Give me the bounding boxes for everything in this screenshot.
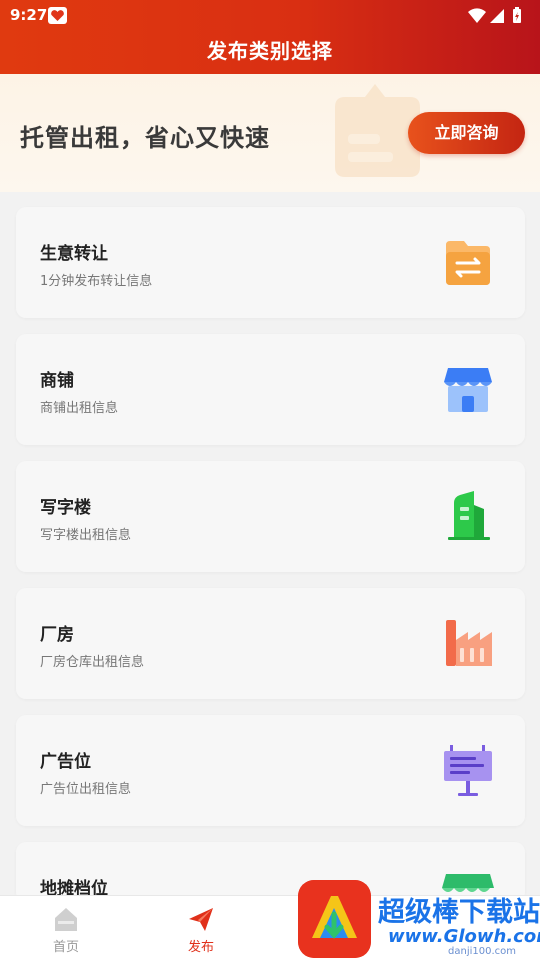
card-subtitle: 写字楼出租信息	[40, 528, 132, 543]
category-card-office[interactable]: 写字楼 写字楼出租信息	[16, 461, 525, 572]
page-title: 发布类别选择	[207, 39, 333, 63]
card-title: 生意转让	[40, 244, 108, 264]
card-title: 商铺	[40, 371, 74, 391]
status-time: 9:27	[10, 6, 48, 24]
office-building-icon	[448, 491, 490, 540]
category-card-billboard[interactable]: 广告位 广告位出租信息	[16, 715, 525, 826]
consult-button[interactable]: 立即咨询	[408, 112, 525, 154]
home-icon	[55, 908, 77, 931]
tab-publish[interactable]: 发布	[166, 896, 236, 960]
status-icons	[466, 6, 528, 24]
card-subtitle: 广告位出租信息	[40, 782, 132, 797]
watermark-title: 超级棒下载站	[378, 897, 540, 928]
storefront-icon	[444, 368, 492, 412]
battery-icon	[513, 7, 521, 23]
signal-icon	[490, 9, 504, 23]
tab-label: 发布	[187, 940, 214, 955]
app-header: 9:27 发布类别选择	[0, 0, 540, 74]
watermark: 超级棒下载站 www.Glowh.com danji100.com	[298, 880, 540, 960]
card-title: 厂房	[40, 625, 74, 645]
status-bar: 9:27	[0, 0, 540, 30]
category-card-business-transfer[interactable]: 生意转让 1分钟发布转让信息	[16, 207, 525, 318]
banner-slogan: 托管出租，省心又快速	[20, 124, 270, 152]
wifi-icon	[468, 8, 486, 23]
card-subtitle: 厂房仓库出租信息	[40, 655, 145, 670]
card-subtitle: 1分钟发布转让信息	[40, 274, 153, 289]
factory-icon	[446, 620, 492, 666]
tab-label: 首页	[52, 940, 79, 955]
notification-app-icon	[48, 7, 67, 24]
watermark-small-url: danji100.com	[448, 946, 516, 957]
watermark-logo-icon	[298, 880, 371, 958]
card-subtitle: 商铺出租信息	[40, 401, 119, 416]
tab-home[interactable]: 首页	[31, 896, 101, 960]
billboard-icon	[444, 745, 492, 796]
paper-plane-icon	[189, 908, 213, 931]
transfer-folder-icon	[446, 241, 490, 285]
card-title: 广告位	[40, 752, 91, 772]
card-title: 写字楼	[40, 498, 91, 518]
category-card-shop[interactable]: 商铺 商铺出租信息	[16, 334, 525, 445]
watermark-url: www.Glowh.com	[388, 926, 540, 947]
category-card-factory[interactable]: 厂房 厂房仓库出租信息	[16, 588, 525, 699]
